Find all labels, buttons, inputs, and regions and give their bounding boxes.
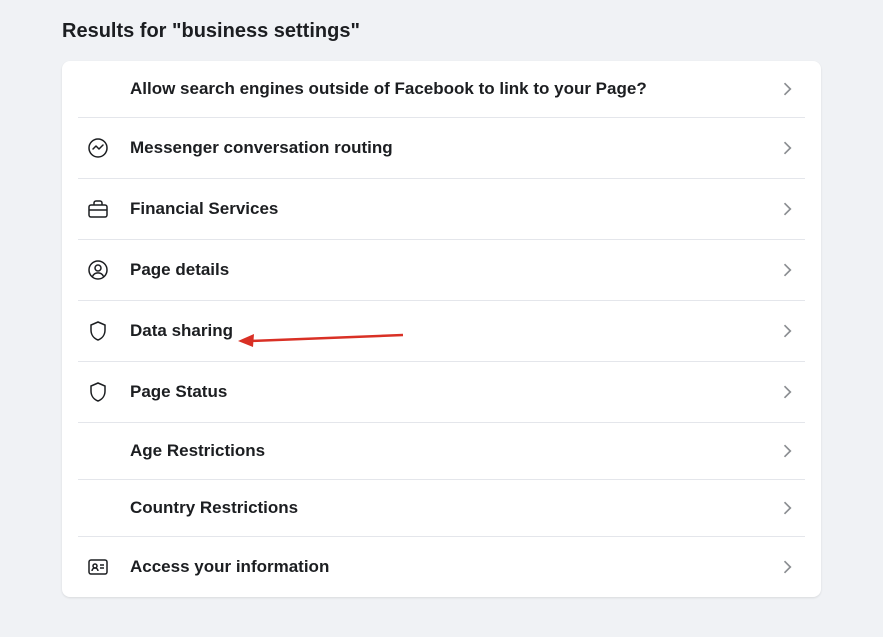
- briefcase-icon: [86, 197, 130, 221]
- result-row-access-information[interactable]: Access your information: [78, 537, 805, 597]
- result-label: Page Status: [130, 382, 777, 402]
- result-label: Country Restrictions: [130, 498, 777, 518]
- chevron-right-icon: [777, 557, 797, 577]
- chevron-right-icon: [777, 199, 797, 219]
- result-label: Access your information: [130, 557, 777, 577]
- chevron-right-icon: [777, 382, 797, 402]
- result-row-country-restrictions[interactable]: Country Restrictions: [78, 480, 805, 537]
- result-row-messenger-routing[interactable]: Messenger conversation routing: [78, 118, 805, 179]
- result-row-data-sharing[interactable]: Data sharing: [78, 301, 805, 362]
- person-circle-icon: [86, 258, 130, 282]
- results-card: Allow search engines outside of Facebook…: [62, 61, 821, 597]
- messenger-icon: [86, 136, 130, 160]
- result-row-search-engines[interactable]: Allow search engines outside of Facebook…: [78, 61, 805, 118]
- result-row-page-status[interactable]: Page Status: [78, 362, 805, 423]
- shield-icon: [86, 380, 130, 404]
- result-label: Age Restrictions: [130, 441, 777, 461]
- result-row-financial-services[interactable]: Financial Services: [78, 179, 805, 240]
- chevron-right-icon: [777, 260, 797, 280]
- page-title: Results for "business settings": [62, 20, 821, 43]
- chevron-right-icon: [777, 498, 797, 518]
- result-label: Data sharing: [130, 321, 777, 341]
- result-label: Messenger conversation routing: [130, 138, 777, 158]
- result-row-page-details[interactable]: Page details: [78, 240, 805, 301]
- result-label: Page details: [130, 260, 777, 280]
- chevron-right-icon: [777, 138, 797, 158]
- chevron-right-icon: [777, 441, 797, 461]
- id-card-icon: [86, 555, 130, 579]
- chevron-right-icon: [777, 79, 797, 99]
- chevron-right-icon: [777, 321, 797, 341]
- result-label: Financial Services: [130, 199, 777, 219]
- shield-icon: [86, 319, 130, 343]
- result-row-age-restrictions[interactable]: Age Restrictions: [78, 423, 805, 480]
- result-label: Allow search engines outside of Facebook…: [130, 79, 777, 99]
